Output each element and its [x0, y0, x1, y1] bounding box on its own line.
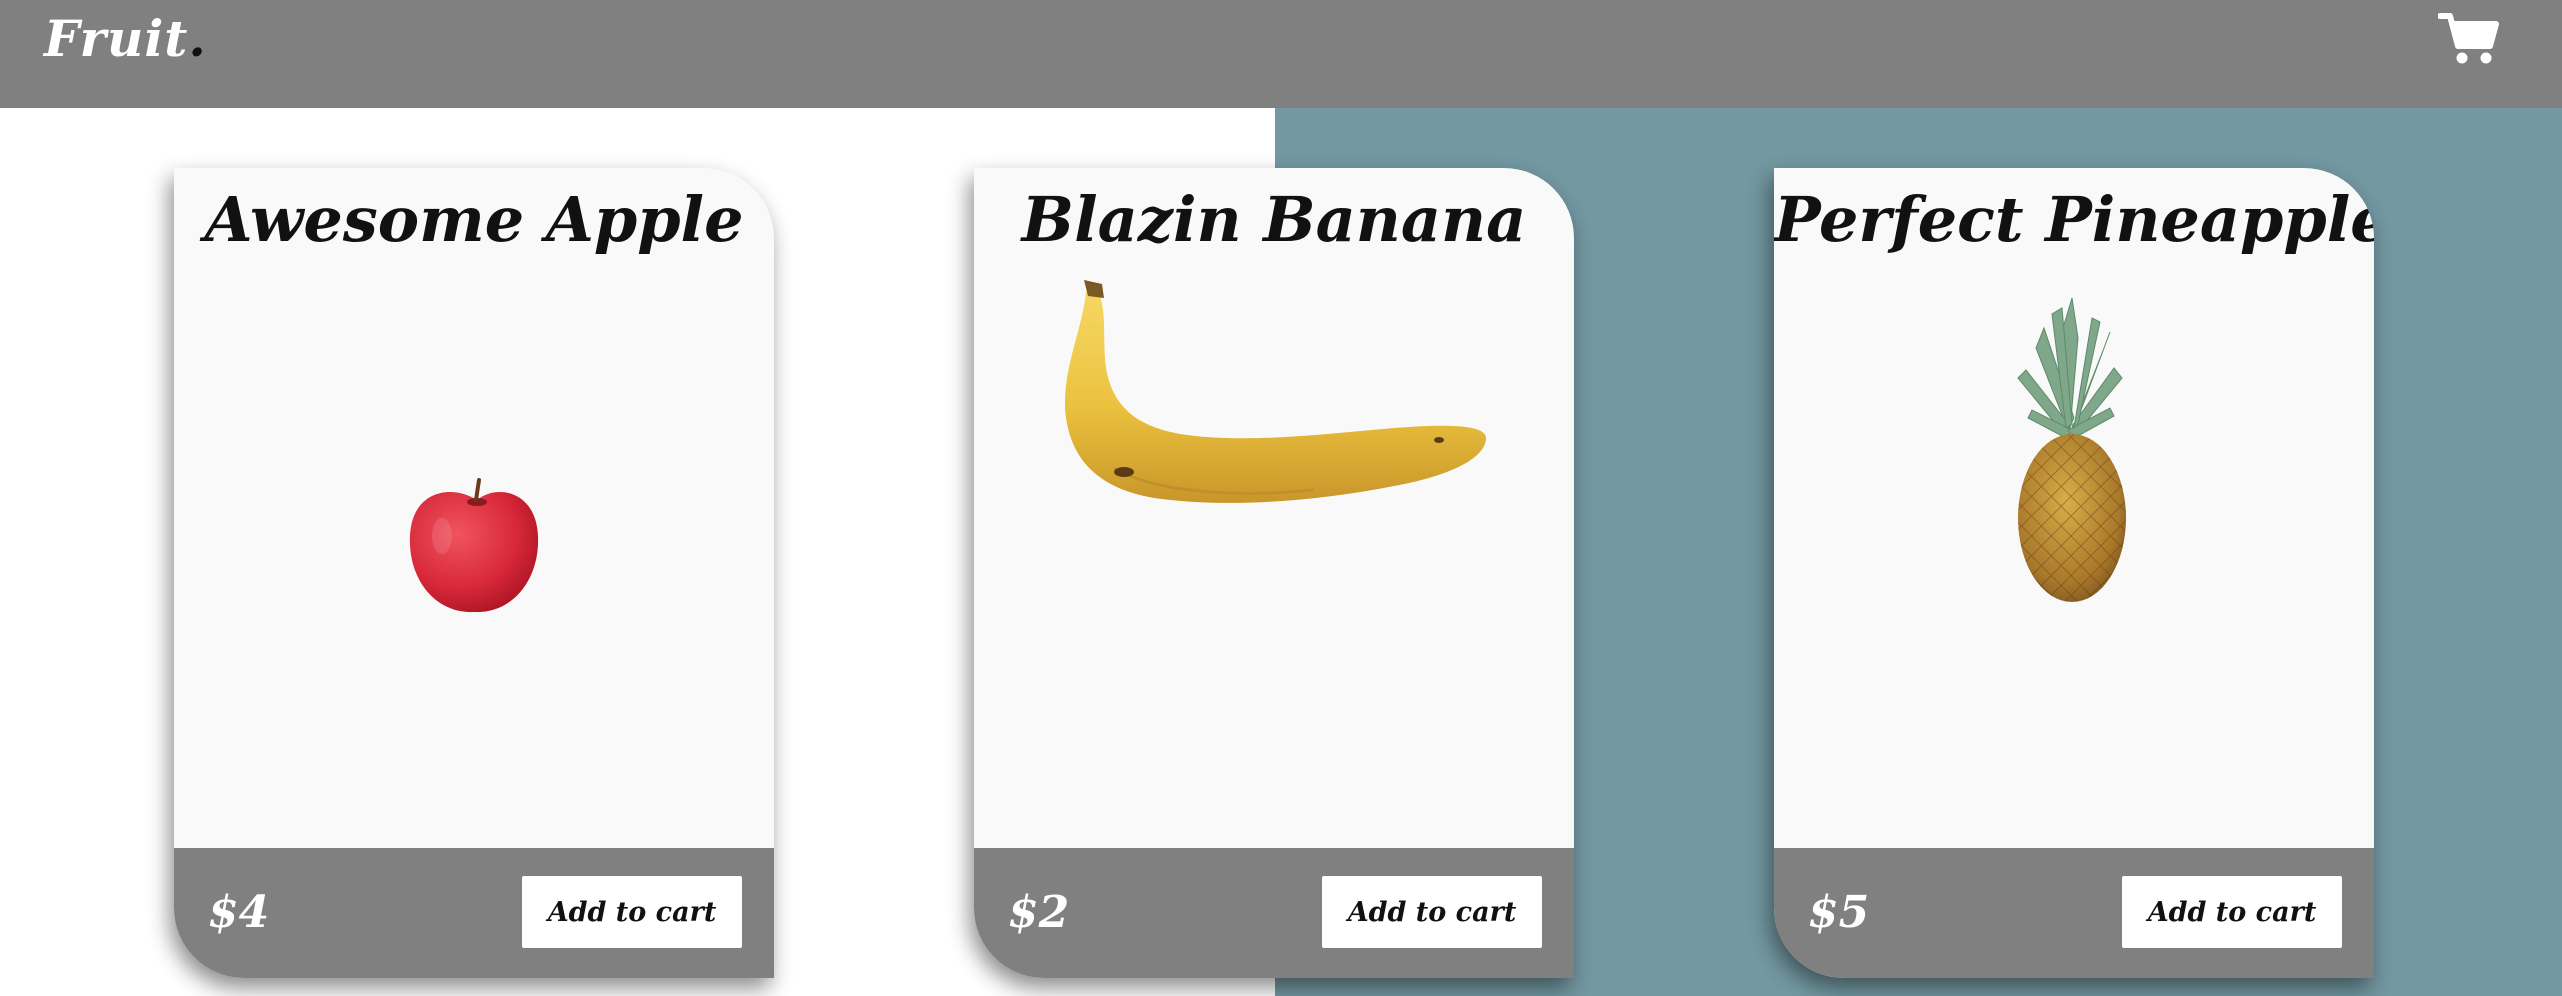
site-logo[interactable]: Fruit. — [44, 4, 207, 74]
cart-button[interactable] — [2437, 10, 2502, 66]
product-card-apple: Awesome Apple $4 Add to cart — [174, 168, 774, 978]
add-to-cart-button[interactable]: Add to cart — [522, 876, 742, 948]
add-to-cart-button[interactable]: Add to cart — [1322, 876, 1542, 948]
product-image-area — [174, 278, 774, 848]
product-card-footer: $4 Add to cart — [174, 848, 774, 978]
product-card-banana: Blazin Banana $2 Add to cart — [974, 168, 1574, 978]
add-to-cart-button[interactable]: Add to cart — [2122, 876, 2342, 948]
product-price: $5 — [1808, 887, 1870, 938]
product-image-area — [1774, 278, 2374, 848]
product-title: Awesome Apple — [204, 183, 744, 256]
product-title: Perfect Pineapple — [1774, 183, 2374, 256]
product-title: Blazin Banana — [1021, 183, 1527, 256]
logo-dot: . — [188, 9, 207, 68]
product-card-footer: $5 Add to cart — [1774, 848, 2374, 978]
product-price: $2 — [1008, 887, 1070, 938]
top-navigation-bar: Fruit. — [0, 0, 2562, 108]
product-price: $4 — [208, 887, 270, 938]
apple-image — [409, 478, 539, 613]
banana-image — [1064, 280, 1486, 503]
product-card-footer: $2 Add to cart — [974, 848, 1574, 978]
logo-text: Fruit — [44, 9, 189, 68]
product-card-pineapple: Perfect Pineapple $5 Add to cart — [1774, 168, 2374, 978]
shopping-cart-icon — [2437, 13, 2499, 64]
product-image-area — [974, 278, 1574, 848]
pineapple-image — [2017, 297, 2126, 602]
